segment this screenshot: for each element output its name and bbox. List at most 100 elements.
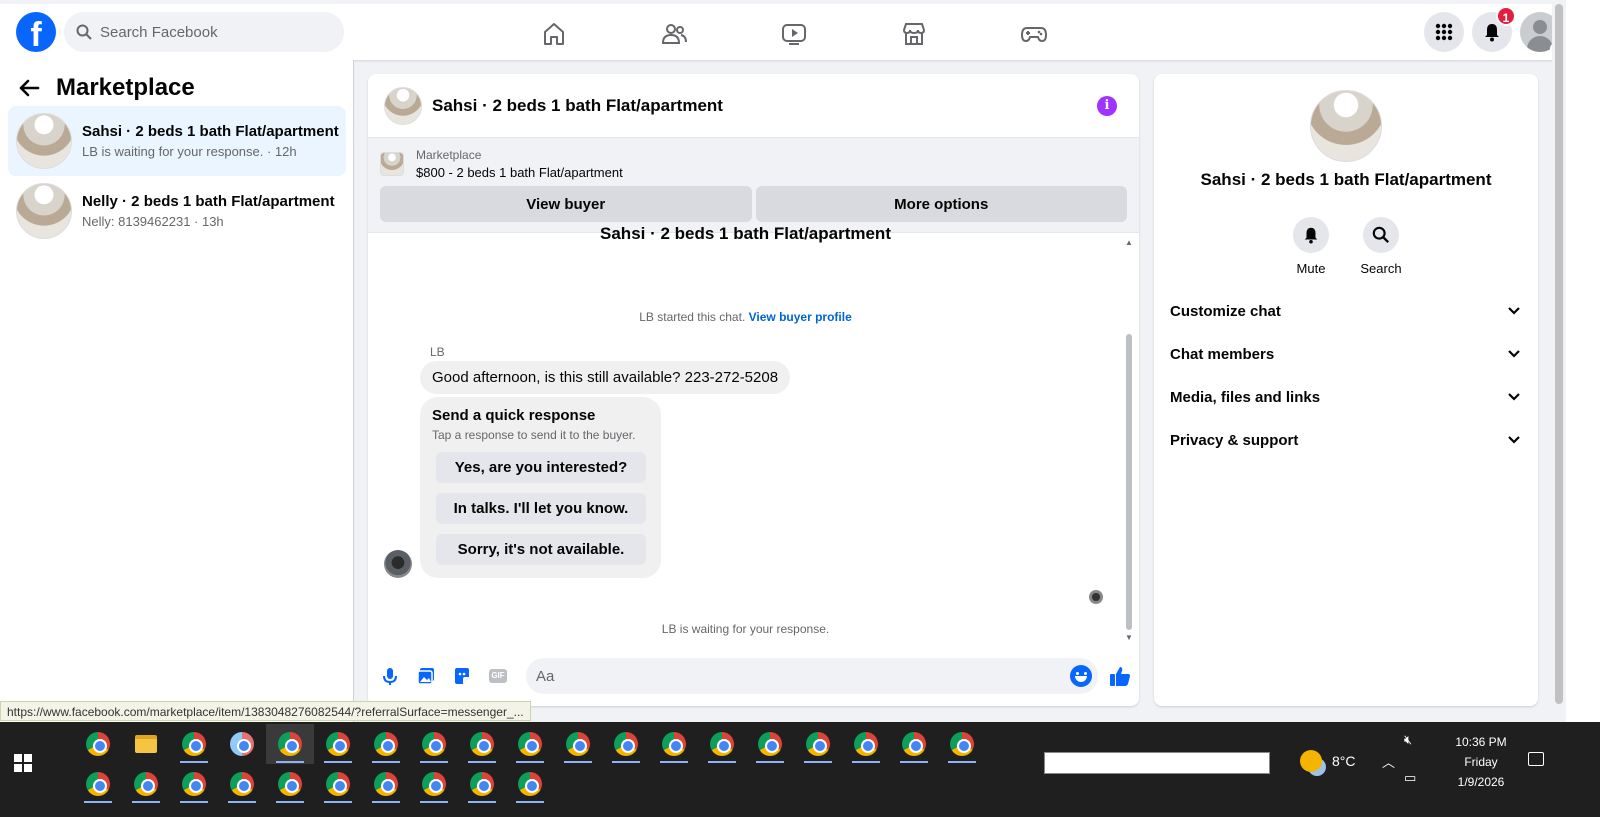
sticker-button[interactable]: [444, 658, 480, 694]
voice-clip-button[interactable]: [372, 658, 408, 694]
chrome-profile-icon[interactable]: [170, 724, 218, 764]
chrome-profile-icon[interactable]: [602, 724, 650, 764]
chrome-profile-icon[interactable]: [938, 724, 986, 764]
bell-icon: [1485, 24, 1499, 42]
chrome-profile-icon[interactable]: [842, 724, 890, 764]
chrome-profile-icon[interactable]: [458, 724, 506, 764]
nav-video[interactable]: [734, 4, 854, 64]
nav-marketplace[interactable]: [854, 4, 974, 64]
search-action[interactable]: Search: [1360, 217, 1402, 276]
chrome-profile-icon[interactable]: [314, 724, 362, 764]
like-button[interactable]: [1106, 662, 1134, 690]
speaker-muted-icon[interactable]: 🔇︎: [1404, 732, 1412, 748]
chrome-profile-icon[interactable]: [74, 764, 122, 804]
page-scroll-thumb[interactable]: [1555, 4, 1563, 704]
notification-badge: 1: [1496, 6, 1516, 26]
section-label: Media, files and links: [1170, 388, 1321, 406]
view-buyer-button[interactable]: View buyer: [380, 186, 752, 222]
search-input[interactable]: [100, 23, 320, 41]
scroll-up-icon[interactable]: ▲: [1125, 238, 1133, 247]
buyer-avatar[interactable]: [384, 550, 412, 578]
page-scrollbar[interactable]: [1552, 0, 1566, 722]
quick-response-card: Send a quick response Tap a response to …: [420, 397, 661, 578]
chat-members-section[interactable]: Chat members: [1170, 336, 1522, 372]
nav-home[interactable]: [494, 4, 614, 64]
chrome-profile-icon[interactable]: [170, 764, 218, 804]
menu-button[interactable]: [1424, 12, 1464, 52]
notifications-button[interactable]: 1: [1472, 6, 1516, 52]
nav-friends[interactable]: [614, 4, 734, 64]
conversation-item[interactable]: Sahsi · 2 beds 1 bath Flat/apartment LB …: [8, 106, 346, 176]
taskbar-row-1: [74, 724, 986, 764]
message-input[interactable]: [536, 667, 1036, 685]
taskbar-address-box[interactable]: [1044, 752, 1270, 774]
mute-button[interactable]: [1293, 217, 1329, 253]
conversation-preview: LB is waiting for your response. · 12h: [82, 144, 297, 159]
thread-scrollbar[interactable]: ▲ ▼: [1125, 238, 1133, 642]
search-box[interactable]: [64, 12, 344, 52]
search-conversation-button[interactable]: [1363, 217, 1399, 253]
chrome-profile-icon[interactable]: [794, 724, 842, 764]
scroll-down-icon[interactable]: ▼: [1125, 633, 1133, 642]
system-clock[interactable]: 10:36 PM Friday 1/9/2026: [1436, 732, 1526, 792]
chevron-down-icon: [1508, 307, 1520, 315]
chrome-profile-icon[interactable]: [266, 724, 314, 764]
chevron-down-icon: [1508, 350, 1520, 358]
chrome-profile-icon[interactable]: [458, 764, 506, 804]
photo-icon: [417, 668, 434, 685]
clock-day: Friday: [1464, 755, 1498, 769]
listing-photo[interactable]: [1310, 90, 1382, 162]
attach-photo-button[interactable]: [408, 658, 444, 694]
chat-title[interactable]: Sahsi · 2 beds 1 bath Flat/apartment: [432, 96, 723, 116]
mute-label: Mute: [1296, 261, 1326, 276]
conversation-item[interactable]: Nelly · 2 beds 1 bath Flat/apartment Nel…: [8, 176, 346, 246]
mute-action[interactable]: Mute: [1291, 217, 1331, 276]
quick-response-button[interactable]: Yes, are you interested?: [436, 452, 646, 483]
home-icon: [544, 23, 564, 45]
message-thread[interactable]: Sahsi · 2 beds 1 bath Flat/apartment LB …: [368, 224, 1139, 638]
chevron-up-icon[interactable]: ︿: [1382, 752, 1395, 771]
info-icon[interactable]: i: [1097, 96, 1117, 116]
chrome-profile-icon[interactable]: [314, 764, 362, 804]
chrome-profile-icon[interactable]: [698, 724, 746, 764]
quick-response-button[interactable]: Sorry, it's not available.: [436, 534, 646, 565]
network-icon[interactable]: ▭: [1404, 770, 1416, 786]
privacy-support-section[interactable]: Privacy & support: [1170, 422, 1522, 458]
chrome-profile-icon[interactable]: [410, 724, 458, 764]
emoji-icon[interactable]: [1070, 665, 1092, 687]
message-input-box[interactable]: [526, 658, 1098, 694]
chrome-profile-icon[interactable]: [506, 724, 554, 764]
message-bubble[interactable]: Good afternoon, is this still available?…: [420, 361, 791, 394]
file-explorer-icon[interactable]: [122, 724, 170, 764]
chrome-profile-icon[interactable]: [650, 724, 698, 764]
back-arrow-icon[interactable]: [18, 77, 40, 99]
listing-price[interactable]: $800 - 2 beds 1 bath Flat/apartment: [416, 165, 623, 180]
chrome-profile-icon[interactable]: [362, 724, 410, 764]
chrome-profile-icon[interactable]: [122, 764, 170, 804]
listing-thumbnail[interactable]: [380, 152, 404, 176]
chrome-profile-icon[interactable]: [266, 764, 314, 804]
chrome-app-icon[interactable]: [74, 724, 122, 764]
scroll-thumb[interactable]: [1126, 334, 1132, 630]
chrome-profile-icon[interactable]: [746, 724, 794, 764]
customize-chat-section[interactable]: Customize chat: [1170, 293, 1522, 329]
notification-center-icon[interactable]: [1528, 752, 1544, 766]
chrome-profile-icon[interactable]: [362, 764, 410, 804]
quick-response-button[interactable]: In talks. I'll let you know.: [436, 493, 646, 524]
media-files-section[interactable]: Media, files and links: [1170, 379, 1522, 415]
view-buyer-profile-link[interactable]: View buyer profile: [749, 310, 852, 324]
chrome-profile-icon[interactable]: [410, 764, 458, 804]
chrome-profile-icon[interactable]: [890, 724, 938, 764]
gif-button[interactable]: GIF: [480, 658, 516, 694]
more-options-button[interactable]: More options: [755, 186, 1127, 222]
weather-widget[interactable]: 8°C: [1300, 750, 1356, 772]
chat-thumbnail[interactable]: [384, 86, 422, 125]
chrome-profile-icon[interactable]: [506, 764, 554, 804]
chrome-profile-icon[interactable]: [218, 764, 266, 804]
facebook-logo[interactable]: f: [16, 12, 56, 52]
paint-app-icon[interactable]: [218, 724, 266, 764]
windows-start-icon[interactable]: [14, 754, 32, 772]
chrome-profile-icon[interactable]: [554, 724, 602, 764]
account-controls: 1: [1424, 6, 1560, 52]
nav-gaming[interactable]: [974, 4, 1094, 64]
